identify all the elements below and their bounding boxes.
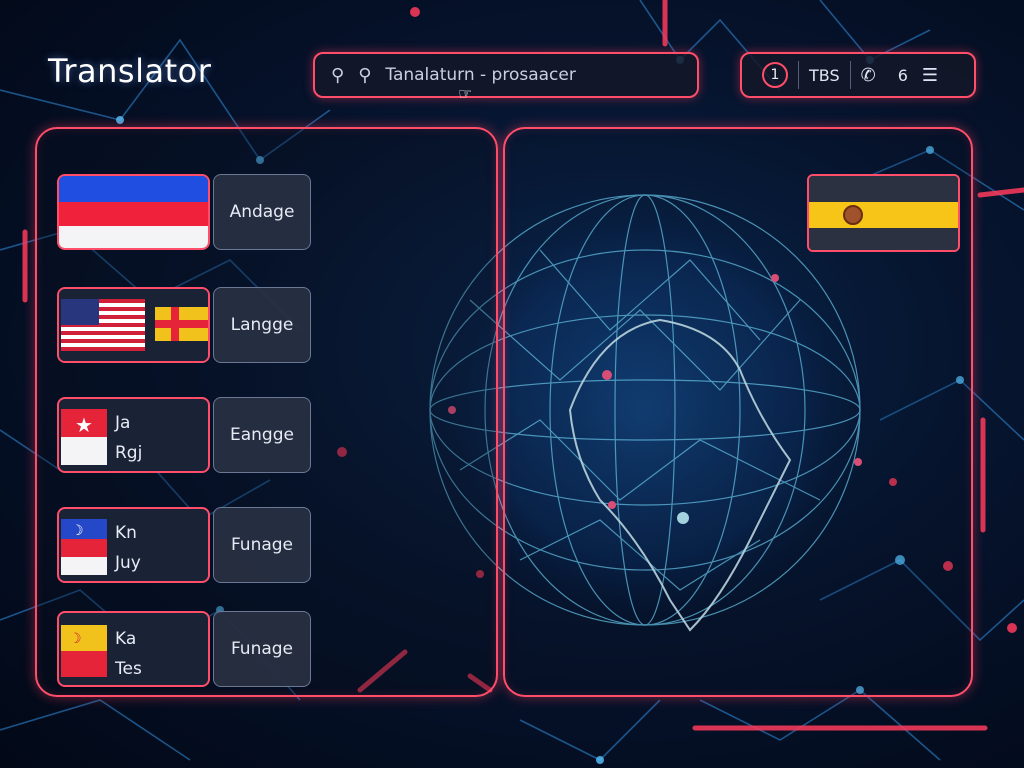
search-icon[interactable]: ⚲ <box>331 65 344 86</box>
top-toolbar: 1 TBS ✆ 6 ☰ <box>740 52 976 98</box>
yellow-black-emblem-flag[interactable] <box>807 174 960 252</box>
notification-badge[interactable]: 1 <box>762 62 788 88</box>
toolbar-label[interactable]: TBS <box>809 66 840 85</box>
blue-red-white-flag[interactable] <box>57 174 210 250</box>
search-bar[interactable]: ⚲ ⚲ Tanalaturn - prosaacer <box>313 52 699 98</box>
toolbar-divider <box>798 61 799 89</box>
svg-text:★: ★ <box>75 413 93 437</box>
language-button[interactable]: Funage <box>213 507 311 583</box>
toolbar-divider <box>849 61 851 89</box>
language-code: Ka <box>115 629 137 649</box>
hand-pointer-icon: ☞ <box>458 84 473 103</box>
language-button[interactable]: Funage <box>213 611 311 687</box>
crescent-blue-red-flag[interactable]: ☽ Kn Juy <box>57 507 210 583</box>
app-title: Translator <box>48 52 212 90</box>
flag-art: ★ <box>61 409 107 465</box>
crescent-yellow-red-flag[interactable]: ☽ Ka Tes <box>57 611 210 687</box>
flag-art <box>809 176 958 250</box>
toolbar-count: 6 <box>897 65 908 85</box>
language-button[interactable]: Eangge <box>213 397 311 473</box>
language-code: Rgj <box>115 443 143 463</box>
search-icon: ⚲ <box>358 64 372 86</box>
phone-icon[interactable]: ✆ <box>861 65 876 86</box>
language-code: Kn <box>115 523 137 543</box>
language-button[interactable]: Andage <box>213 174 311 250</box>
svg-text:☽: ☽ <box>71 523 84 539</box>
menu-icon[interactable]: ☰ <box>922 65 938 86</box>
flag-art <box>59 289 208 361</box>
language-code: Ja <box>115 413 131 433</box>
language-code: Tes <box>115 659 142 679</box>
svg-text:☽: ☽ <box>69 631 82 647</box>
search-input[interactable]: Tanalaturn - prosaacer <box>385 65 575 85</box>
us-flag-and-yellow-red-cross-flag[interactable] <box>57 287 210 363</box>
flag-art: ☽ <box>61 625 107 677</box>
language-code: Juy <box>115 553 141 573</box>
language-button[interactable]: Langge <box>213 287 311 363</box>
red-star-flag[interactable]: ★ Ja Rgj <box>57 397 210 473</box>
flag-art: ☽ <box>61 519 107 575</box>
